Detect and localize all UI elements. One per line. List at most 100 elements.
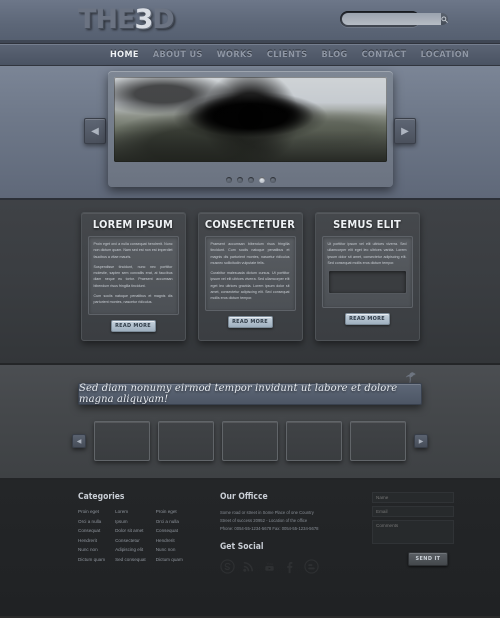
read-more-button[interactable]: READ MORE bbox=[344, 313, 390, 325]
feature-paragraph: Ut porttitor ipsum vel elit ultrices viv… bbox=[327, 242, 407, 265]
nav-item-blog[interactable]: BLOG bbox=[321, 50, 347, 60]
office-phone-line: Phone: 0054-55-1234-5678 Fax: 0054-55-12… bbox=[220, 525, 319, 531]
contact-name-input[interactable] bbox=[372, 492, 454, 503]
slider-dot-5[interactable] bbox=[269, 177, 276, 183]
feature-paragraph: Proin eget orci a nulla consequat hendre… bbox=[93, 242, 173, 259]
send-it-button[interactable]: SEND IT bbox=[408, 552, 448, 566]
gallery-thumbnail[interactable] bbox=[350, 421, 406, 461]
hero-slide-image bbox=[114, 77, 387, 162]
chevron-left-icon: ◀ bbox=[76, 438, 82, 445]
rss-icon[interactable] bbox=[241, 559, 256, 574]
footer-category-link[interactable]: Dictum quam bbox=[78, 557, 105, 562]
footer-category-link[interactable]: Proin eget bbox=[156, 509, 183, 514]
footer-categories-title: Categories bbox=[78, 492, 125, 502]
slider-dot-1[interactable] bbox=[225, 177, 232, 183]
footer-category-link[interactable]: Orci a nulla bbox=[78, 519, 105, 524]
footer-category-link[interactable]: Dictum quam bbox=[156, 557, 183, 562]
gallery-prev-button[interactable]: ◀ bbox=[72, 434, 86, 448]
footer-category-column: Proin eget Orci a nulla Consequat Hendre… bbox=[156, 509, 183, 562]
footer-categories-columns: Proin eget Orci a nulla Consequat Hendre… bbox=[78, 509, 206, 562]
feature-media-placeholder bbox=[327, 270, 407, 295]
footer-category-link[interactable]: Adipiscing elit bbox=[115, 547, 146, 552]
logo-text-tail: D bbox=[152, 4, 174, 35]
footer-category-link[interactable]: Sed consequat bbox=[115, 557, 146, 562]
search-icon bbox=[441, 15, 448, 23]
footer-category-column: Proin eget Orci a nulla Consequat Hendre… bbox=[78, 509, 105, 562]
feature-column-semus-elit: SEMUS ELIT Ut porttitor ipsum vel elit u… bbox=[314, 212, 420, 341]
nav-item-contact[interactable]: CONTACT bbox=[362, 50, 407, 60]
footer-category-link[interactable]: Nunc non bbox=[156, 547, 183, 552]
footer-category-link[interactable]: Nunc non bbox=[78, 547, 105, 552]
read-more-button[interactable]: READ MORE bbox=[110, 319, 156, 332]
slider-prev-button[interactable]: ◀ bbox=[84, 118, 106, 144]
quote-section: Sed diam nonumy eirmod tempor invidunt u… bbox=[0, 365, 500, 480]
logo-text-main: THE bbox=[78, 4, 135, 35]
footer-category-link[interactable]: Hendrerit bbox=[78, 538, 105, 543]
search-button[interactable] bbox=[441, 13, 448, 25]
feature-paragraph: Cum sociis natoque penatibus et magnis d… bbox=[93, 293, 173, 305]
office-address-line: Street of success 20952 - Location of th… bbox=[220, 517, 308, 523]
footer-inner: Categories Proin eget Orci a nulla Conse… bbox=[0, 492, 500, 574]
feature-paragraph: Curabitur malesuada dictum cursus. Ut po… bbox=[210, 271, 290, 301]
site-footer: Categories Proin eget Orci a nulla Conse… bbox=[0, 480, 500, 616]
facebook-icon[interactable] bbox=[283, 559, 298, 574]
hero-slider-frame bbox=[108, 71, 393, 187]
gallery-thumbnail[interactable] bbox=[286, 421, 342, 461]
footer-category-link[interactable]: Consectetur bbox=[115, 538, 146, 543]
nav-item-home[interactable]: HOME bbox=[110, 50, 139, 60]
footer-office-title: Our Officce bbox=[220, 492, 268, 502]
site-header: THE3D bbox=[0, 0, 500, 44]
footer-category-link[interactable]: Proin eget bbox=[78, 509, 105, 514]
chevron-right-icon: ▶ bbox=[401, 125, 409, 137]
slider-pagination bbox=[108, 177, 393, 183]
feature-paragraph: Praesent accumsan bibendum risus fringil… bbox=[210, 242, 290, 265]
youtube-icon[interactable]: You bbox=[262, 559, 277, 574]
skype-icon[interactable] bbox=[220, 559, 235, 574]
feature-column-consectetuer: CONSECTETUER Praesent accumsan bibendum … bbox=[197, 212, 303, 341]
feature-title: SEMUS ELIT bbox=[333, 218, 401, 231]
footer-category-link[interactable]: Hendrerit bbox=[156, 538, 183, 543]
footer-office: Our Officce Some road or street in Some … bbox=[220, 492, 350, 574]
read-more-button[interactable]: READ MORE bbox=[227, 315, 273, 328]
footer-category-link[interactable]: Dolor sit amet bbox=[115, 528, 146, 533]
quote-text: Sed diam nonumy eirmod tempor invidunt u… bbox=[79, 383, 398, 405]
feature-column-lorem-ipsum: LOREM IPSUM Proin eget orci a nulla cons… bbox=[80, 212, 186, 341]
feature-title: CONSECTETUER bbox=[204, 218, 296, 231]
footer-category-link[interactable]: Ipsum bbox=[115, 519, 146, 524]
chevron-left-icon: ◀ bbox=[91, 125, 99, 137]
office-address-line: Some road or street in Some Place of one… bbox=[220, 510, 314, 515]
social-links: You bbox=[220, 559, 350, 574]
slider-dot-4[interactable] bbox=[258, 177, 265, 183]
search-box bbox=[340, 11, 448, 27]
logo-text-accent: 3 bbox=[134, 4, 153, 35]
footer-category-link[interactable]: Orci a nulla bbox=[156, 519, 183, 524]
footer-social-title: Get Social bbox=[220, 541, 264, 552]
slider-dot-3[interactable] bbox=[247, 177, 254, 183]
nav-item-clients[interactable]: CLIENTS bbox=[267, 50, 308, 60]
footer-category-link[interactable]: Consequat bbox=[78, 528, 105, 533]
features-section: LOREM IPSUM Proin eget orci a nulla cons… bbox=[0, 200, 500, 365]
slider-next-button[interactable]: ▶ bbox=[394, 118, 416, 144]
svg-text:You: You bbox=[266, 562, 272, 566]
nav-item-works[interactable]: WORKS bbox=[217, 50, 253, 60]
gallery-next-button[interactable]: ▶ bbox=[414, 434, 428, 448]
footer-category-link[interactable]: Lorem bbox=[115, 509, 146, 514]
gallery-thumbnail[interactable] bbox=[158, 421, 214, 461]
gallery-thumbnail[interactable] bbox=[94, 421, 150, 461]
footer-category-link[interactable]: Consequat bbox=[156, 528, 183, 533]
chevron-right-icon: ▶ bbox=[418, 438, 424, 445]
footer-categories: Categories Proin eget Orci a nulla Conse… bbox=[78, 492, 206, 574]
search-input[interactable] bbox=[342, 13, 441, 25]
footer-contact-form: SEND IT bbox=[372, 492, 472, 574]
nav-item-location[interactable]: LOCATION bbox=[421, 50, 470, 60]
contact-comments-input[interactable] bbox=[372, 520, 454, 544]
gallery-thumbnail[interactable] bbox=[222, 421, 278, 461]
contact-email-input[interactable] bbox=[372, 506, 454, 517]
site-logo[interactable]: THE3D bbox=[78, 4, 175, 35]
slider-dot-2[interactable] bbox=[236, 177, 243, 183]
feature-body: Ut porttitor ipsum vel elit ultrices viv… bbox=[321, 236, 413, 308]
nav-item-about-us[interactable]: ABOUT US bbox=[153, 50, 203, 60]
main-navigation: HOME ABOUT US WORKS CLIENTS BLOG CONTACT… bbox=[0, 44, 500, 66]
blogger-icon[interactable] bbox=[304, 559, 319, 574]
feature-body: Praesent accumsan bibendum risus fringil… bbox=[204, 236, 296, 311]
